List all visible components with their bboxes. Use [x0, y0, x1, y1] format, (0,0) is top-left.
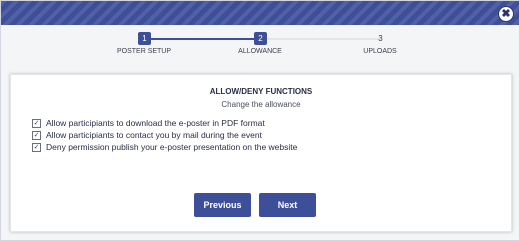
checkbox-deny-publish[interactable]: ✓ — [32, 142, 41, 152]
option-label: Allow participiants to download the e-po… — [46, 118, 265, 128]
option-deny-publish[interactable]: ✓ Deny permission publish your e-poster … — [32, 141, 297, 153]
next-button[interactable]: Next — [259, 193, 316, 217]
dialog-header: ✖ — [1, 1, 519, 25]
step-1-number: 1 — [138, 32, 151, 45]
checkbox-contact-mail[interactable]: ✓ — [32, 130, 41, 140]
step-3-number: 3 — [378, 34, 383, 43]
option-label: Allow participiants to contact you by ma… — [46, 130, 262, 140]
option-label: Deny permission publish your e-poster pr… — [46, 142, 298, 152]
panel-subtitle: Change the allowance — [221, 100, 301, 109]
step-2-label: ALLOWANCE — [238, 48, 282, 55]
allowance-options: ✓ Allow participiants to download the e-… — [32, 117, 297, 153]
option-contact-mail[interactable]: ✓ Allow participiants to contact you by … — [32, 129, 297, 141]
panel-title: ALLOW/DENY FUNCTIONS — [209, 87, 313, 96]
stepper-progress-line — [144, 38, 260, 40]
step-3-label: UPLOADS — [363, 48, 397, 55]
allowance-panel: ALLOW/DENY FUNCTIONS Change the allowanc… — [10, 74, 512, 232]
step-2-number: 2 — [254, 32, 267, 45]
close-icon[interactable]: ✖ — [498, 6, 514, 22]
option-download-pdf[interactable]: ✓ Allow participiants to download the e-… — [32, 117, 297, 129]
step-1-label: POSTER SETUP — [116, 48, 172, 55]
checkbox-download-pdf[interactable]: ✓ — [32, 118, 41, 128]
dialog: ✖ 1 2 3 POSTER SETUP ALLOWANCE UPLOADS A… — [0, 0, 520, 241]
stepper: 1 2 3 POSTER SETUP ALLOWANCE UPLOADS — [1, 31, 519, 61]
previous-button[interactable]: Previous — [194, 193, 251, 217]
stepper-remaining-line — [260, 38, 380, 40]
